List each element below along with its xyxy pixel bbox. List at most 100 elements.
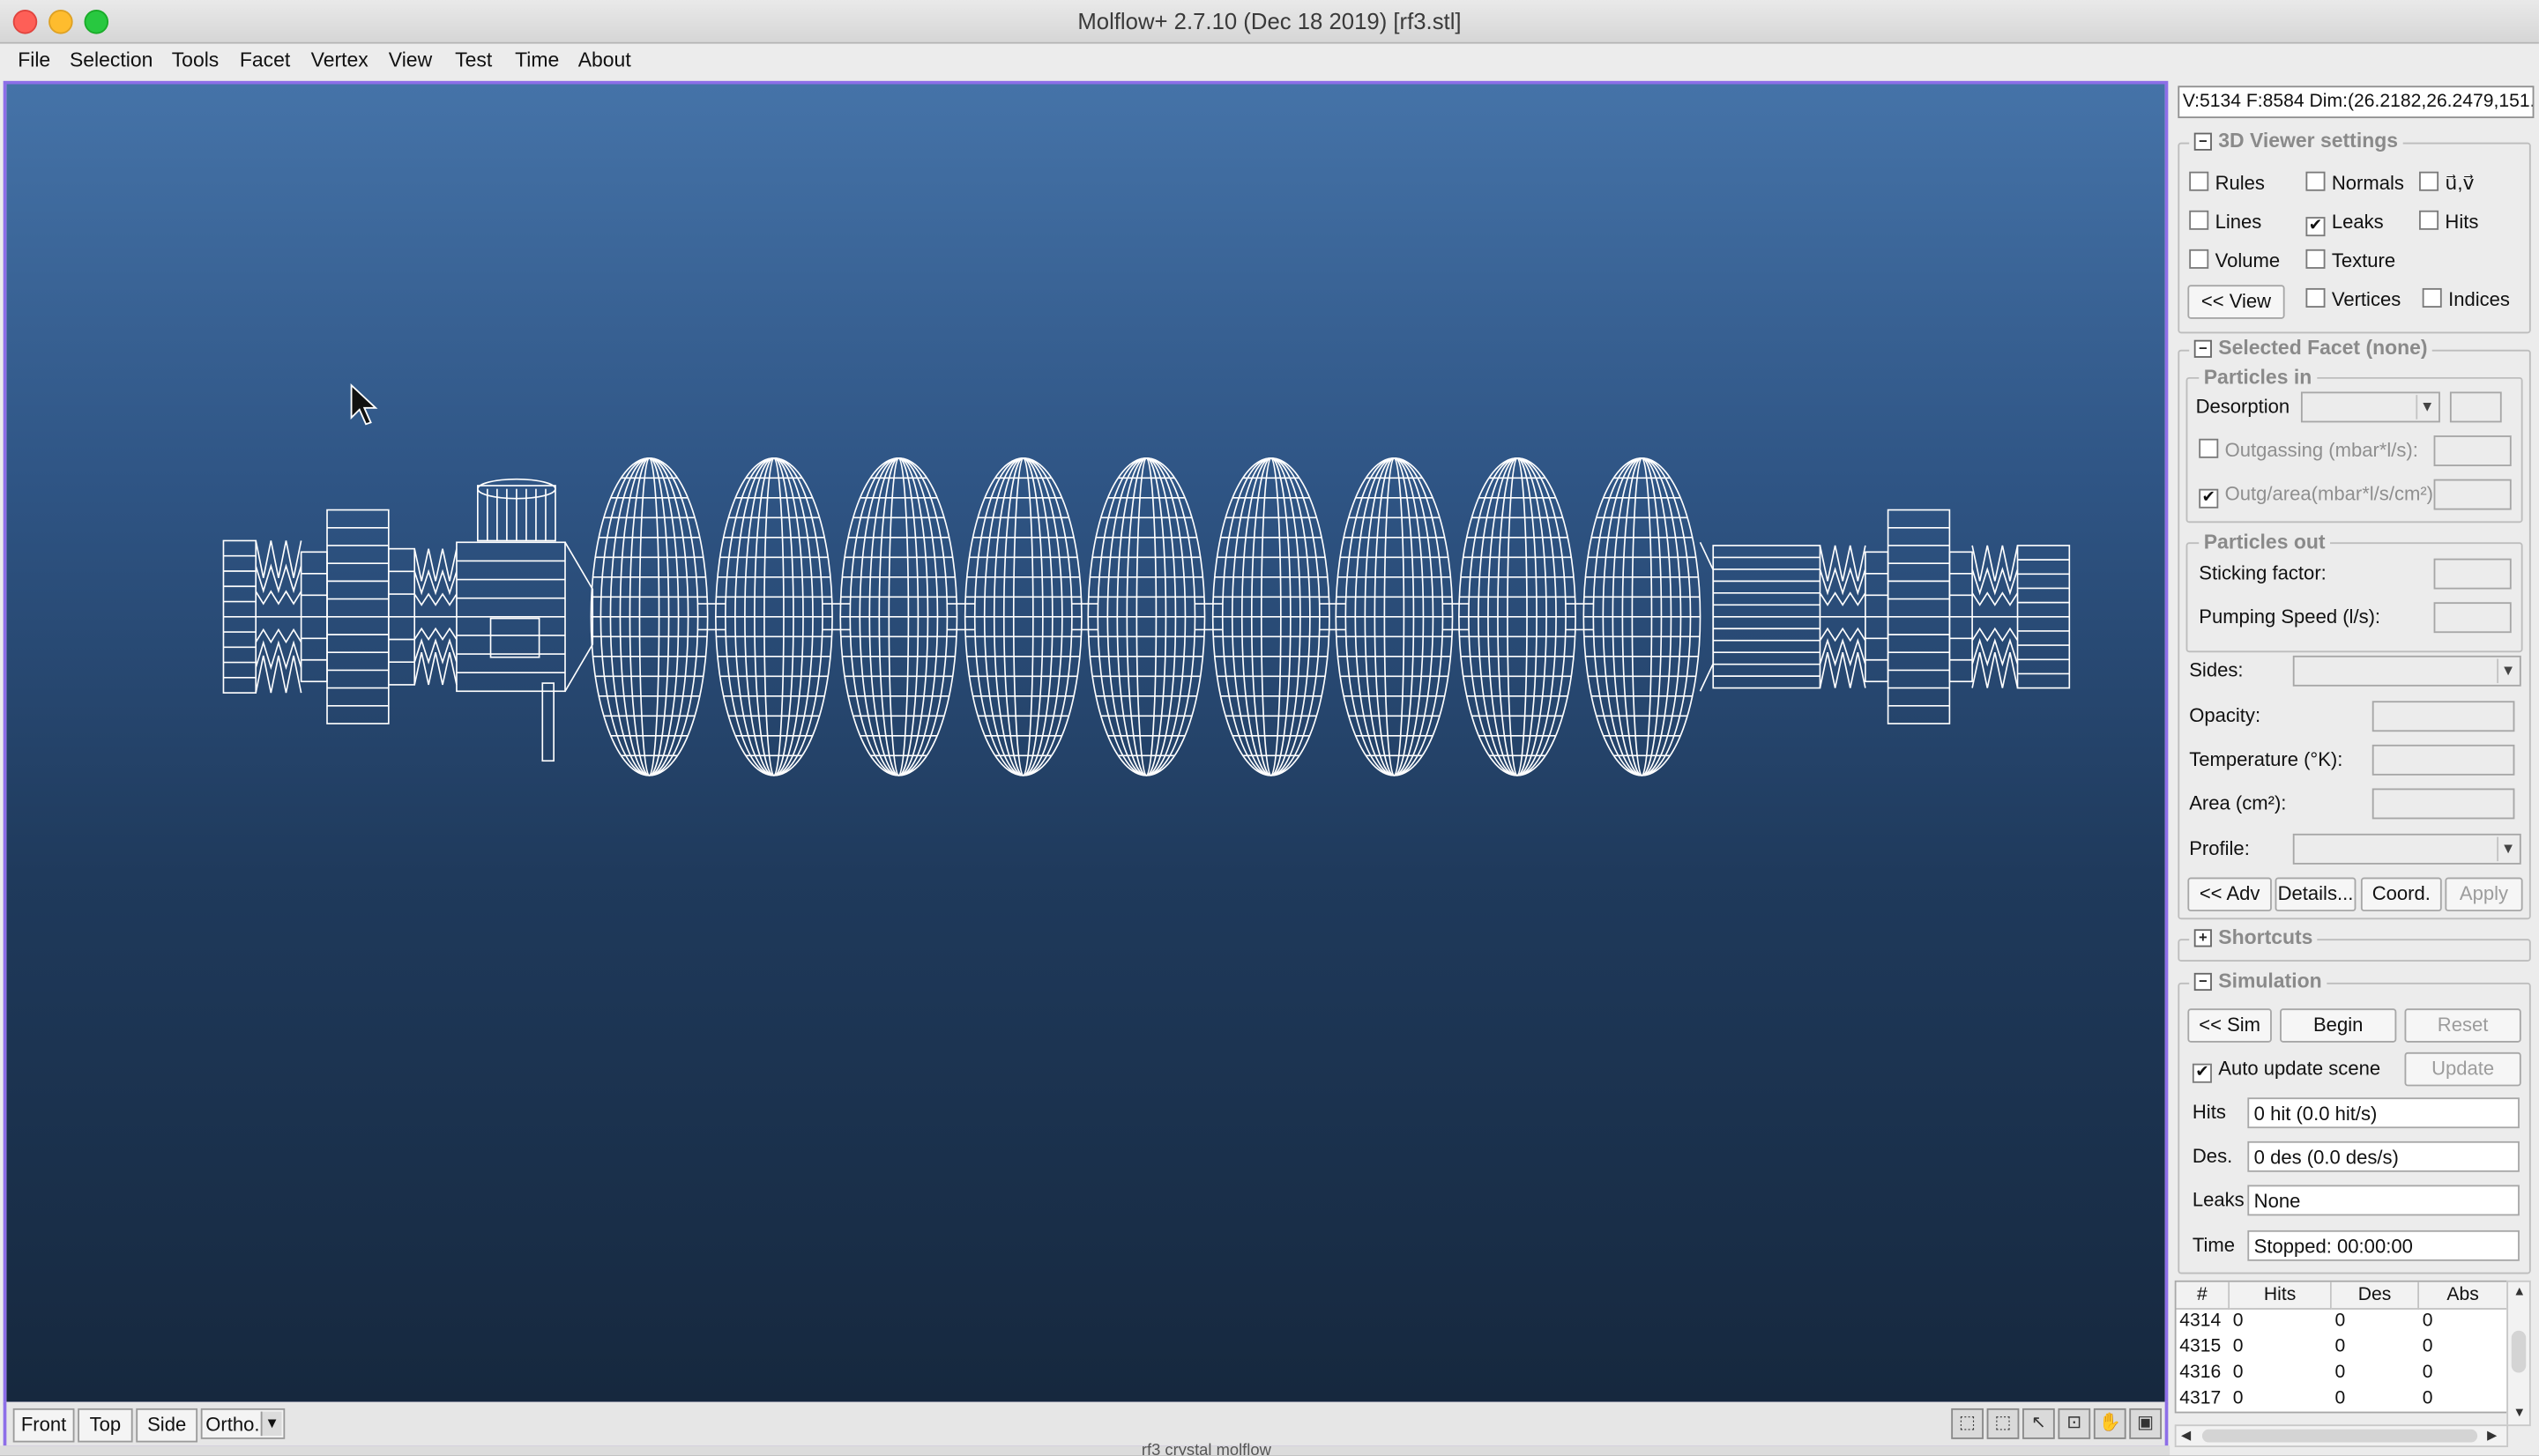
sides-select[interactable]: ▼ [2292,655,2521,687]
table-horizontal-scrollbar[interactable]: ◀ ▶ [2174,1424,2509,1448]
zoom-box-icon[interactable]: ⊡ [2058,1408,2091,1439]
select-point-icon[interactable]: ⬚ [1986,1408,2020,1439]
desorption-label: Desorption [2195,395,2290,418]
title-bar: Molflow+ 2.7.10 (Dec 18 2019) [rf3.stl] [0,0,2539,44]
select-vertex-icon[interactable]: ↖ [2022,1408,2055,1439]
vertices-checkbox[interactable]: Vertices [2305,287,2401,311]
column-header[interactable]: Des [2331,1281,2420,1310]
auto-update-checkbox[interactable]: ✔ Auto update scene [2192,1057,2380,1083]
chevron-down-icon: ▼ [2497,658,2518,684]
begin-button[interactable]: Begin [2280,1008,2397,1043]
simulation-title[interactable]: − Simulation [2189,969,2327,992]
front-view-button[interactable]: Front [12,1408,75,1443]
temperature-field[interactable] [2371,744,2515,776]
viewer-settings-title[interactable]: −3D Viewer settings [2189,129,2403,152]
scroll-thumb[interactable] [2201,1429,2478,1443]
menu-vertex[interactable]: Vertex [311,48,369,71]
hits-label: Hits [2192,1100,2226,1124]
indices-checkbox[interactable]: Indices [2422,287,2510,311]
coord-button[interactable]: Coord. [2360,877,2442,912]
column-header[interactable]: Hits [2230,1281,2332,1310]
menu-selection[interactable]: Selection [70,48,153,71]
update-button[interactable]: Update [2404,1051,2521,1087]
menu-file[interactable]: File [18,48,50,71]
menu-facet[interactable]: Facet [240,48,290,71]
des-label: Des. [2192,1144,2233,1168]
projection-select[interactable]: Ortho. ▼ [200,1408,286,1439]
scroll-up-icon[interactable]: ▲ [2513,1284,2527,1299]
uv-checkbox[interactable]: u⃗,v⃗ [2419,171,2475,194]
time-label: Time [2192,1233,2236,1257]
table-cell: 0 [2422,1311,2433,1331]
sticking-factor-field[interactable] [2433,558,2512,590]
selected-facet-title[interactable]: − Selected Facet (none) [2189,337,2433,360]
outgassing-field[interactable] [2433,435,2512,466]
view-advanced-button[interactable]: << View [2187,285,2285,319]
checkbox-box [2189,249,2209,269]
apply-button[interactable]: Apply [2445,877,2523,912]
texture-checkbox[interactable]: Texture [2305,249,2395,272]
collapse-icon[interactable]: − [2193,339,2212,358]
side-view-button[interactable]: Side [136,1408,198,1443]
facet-table[interactable]: # Hits Des Abs 4314 0 0 0 4315 0 0 0 431… [2174,1280,2509,1414]
reset-button[interactable]: Reset [2404,1008,2521,1043]
hits-checkbox[interactable]: Hits [2419,210,2478,233]
expand-icon[interactable]: + [2193,929,2212,947]
screenshot-icon[interactable]: ▣ [2129,1408,2162,1439]
menu-time[interactable]: Time [515,48,559,71]
menu-view[interactable]: View [389,48,432,71]
checkbox-box: ✔ [2305,217,2326,237]
3d-viewer[interactable] [3,80,2169,1406]
outgassing-area-field[interactable] [2433,479,2512,510]
table-cell: 4316 [2179,1363,2222,1383]
menu-tools[interactable]: Tools [172,48,220,71]
menu-about[interactable]: About [578,48,631,71]
sticking-factor-label: Sticking factor: [2199,561,2327,585]
column-header[interactable]: Abs [2419,1281,2507,1310]
outgassing-area-checkbox[interactable]: ✔ Outg/area(mbar*l/s/cm²): [2199,482,2438,509]
menu-test[interactable]: Test [455,48,492,71]
shortcuts-title[interactable]: + Shortcuts [2189,925,2318,949]
column-header[interactable]: # [2176,1281,2230,1310]
simulation-advanced-button[interactable]: << Sim [2187,1008,2272,1043]
mouse-cursor-icon [350,383,378,426]
profile-select[interactable]: ▼ [2292,833,2521,865]
des-value: 0 des (0.0 des/s) [2247,1140,2520,1172]
scroll-thumb[interactable] [2511,1330,2527,1373]
table-row[interactable]: 4314 0 0 0 [2177,1308,2507,1333]
table-row[interactable]: 4315 0 0 0 [2177,1333,2507,1359]
area-field[interactable] [2371,788,2515,820]
bellows-line [1819,545,1866,582]
pan-hand-icon[interactable]: ✋ [2093,1408,2126,1439]
scroll-left-icon[interactable]: ◀ [2181,1428,2191,1443]
volume-checkbox[interactable]: Volume [2189,249,2280,272]
scroll-right-icon[interactable]: ▶ [2487,1428,2497,1443]
table-row[interactable]: 4316 0 0 0 [2177,1360,2507,1385]
checkbox-box [2189,210,2209,230]
bellows-line [255,640,302,671]
desorption-select[interactable]: ▼ [2300,391,2440,423]
bellows-line [413,627,458,642]
normals-checkbox[interactable]: Normals [2305,171,2404,194]
viewer-settings-group: −3D Viewer settings Rules Normals u⃗,v⃗ … [2178,129,2531,334]
table-row[interactable]: 4317 0 0 0 [2177,1385,2507,1411]
table-vertical-scrollbar[interactable]: ▲ ▼ [2506,1280,2531,1427]
collapse-icon[interactable]: − [2193,972,2212,992]
top-view-button[interactable]: Top [78,1408,133,1443]
advanced-facet-button[interactable]: << Adv [2187,877,2272,912]
collapse-icon[interactable]: − [2193,132,2212,151]
scroll-down-icon[interactable]: ▼ [2513,1405,2527,1420]
rules-checkbox[interactable]: Rules [2189,171,2265,194]
pumping-speed-field[interactable] [2433,602,2512,634]
table-cell: 4315 [2179,1337,2222,1357]
viewer-toolbar: Front Top Side Ortho. ▼ ⬚ ⬚ ↖ ⊡ ✋ ▣ [3,1401,2169,1449]
window-title: Molflow+ 2.7.10 (Dec 18 2019) [rf3.stl] [1077,8,1462,34]
antenna-pipe [541,682,555,762]
lines-checkbox[interactable]: Lines [2189,210,2261,233]
leaks-checkbox[interactable]: ✔ Leaks [2305,211,2384,237]
details-button[interactable]: Details... [2275,877,2357,912]
desorption-exponent-field[interactable] [2449,391,2502,423]
select-box-icon[interactable]: ⬚ [1951,1408,1984,1439]
opacity-field[interactable] [2371,701,2515,732]
outgassing-checkbox[interactable]: Outgassing (mbar*l/s): [2199,438,2418,461]
